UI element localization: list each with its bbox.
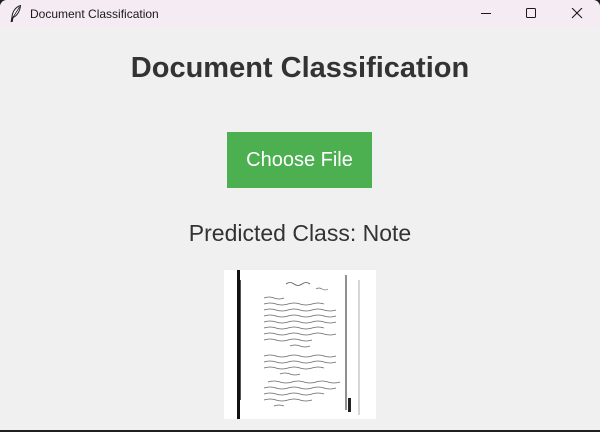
app-window: Document Classification Document Classif… — [0, 0, 600, 430]
maximize-icon — [526, 8, 536, 18]
window-title: Document Classification — [30, 7, 159, 21]
title-bar[interactable]: Document Classification — [0, 0, 600, 28]
feather-icon — [10, 5, 22, 22]
close-icon — [571, 8, 583, 19]
minimize-icon — [481, 13, 491, 14]
choose-file-button[interactable]: Choose File — [227, 132, 372, 188]
page-title: Document Classification — [130, 52, 470, 84]
close-button[interactable] — [554, 0, 600, 28]
predicted-class-label: Predicted Class: Note — [188, 220, 412, 246]
document-preview-image — [224, 270, 376, 419]
scanned-document-graphic — [224, 270, 376, 419]
minimize-button[interactable] — [463, 0, 509, 28]
maximize-button[interactable] — [508, 0, 554, 28]
